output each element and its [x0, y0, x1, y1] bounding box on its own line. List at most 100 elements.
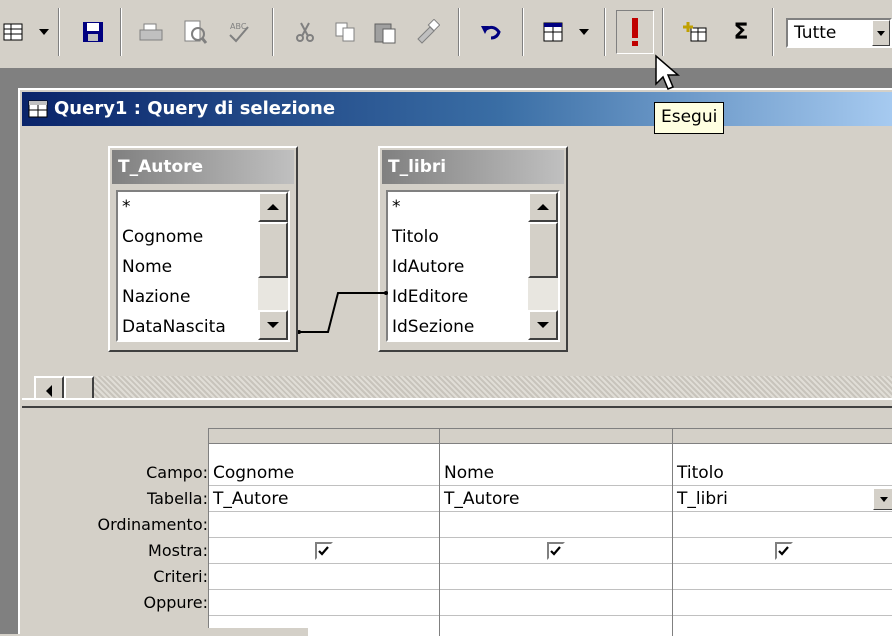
query-window-title: Query1 : Query di selezione	[54, 98, 336, 119]
cut-icon	[286, 10, 324, 54]
mostra-cell[interactable]	[440, 538, 672, 564]
column-selector[interactable]	[440, 428, 672, 444]
grid-column[interactable]: Nome T_Autore	[440, 428, 673, 636]
show-table-icon[interactable]	[676, 10, 714, 54]
design-grid: Cognome T_Autore Nome T_Autore Titolo T_…	[208, 428, 892, 636]
toolbar-separator	[604, 8, 606, 56]
field-list-item[interactable]: *	[392, 192, 401, 222]
mostra-cell[interactable]	[673, 538, 892, 564]
field-list-item[interactable]: DataNascita	[122, 312, 226, 342]
toolbar: ABC Σ Tutte	[0, 0, 892, 68]
field-list-item[interactable]: Cognome	[122, 222, 203, 252]
totals-sigma-icon[interactable]: Σ	[722, 10, 760, 54]
arrow-left-icon	[46, 385, 52, 397]
ordinamento-cell[interactable]	[440, 512, 672, 538]
criteri-cell[interactable]	[209, 564, 439, 590]
campo-cell[interactable]: Nome	[440, 460, 672, 486]
field-list[interactable]: * Cognome Nome Nazione DataNascita	[116, 190, 290, 342]
campo-cell[interactable]: Titolo	[673, 460, 892, 486]
undo-icon[interactable]	[472, 10, 510, 54]
query-window-icon	[28, 100, 48, 118]
ordinamento-cell[interactable]	[673, 512, 892, 538]
oppure-cell[interactable]	[209, 590, 439, 616]
toolbar-separator	[272, 8, 274, 56]
tabella-cell[interactable]: T_Autore	[209, 486, 439, 512]
top-values-value: Tutte	[794, 23, 837, 43]
run-icon[interactable]	[616, 10, 654, 54]
view-icon[interactable]	[0, 10, 26, 54]
field-list-item[interactable]: IdAutore	[392, 252, 464, 282]
campo-cell[interactable]: Cognome	[209, 460, 439, 486]
top-values-combo[interactable]: Tutte	[786, 18, 892, 48]
criteri-cell[interactable]	[440, 564, 672, 590]
mostra-cell[interactable]	[209, 538, 439, 564]
arrow-down-icon	[537, 322, 549, 328]
query-window: Query1 : Query di selezione T_Autore * C…	[18, 88, 892, 636]
criteri-cell[interactable]	[673, 564, 892, 590]
row-label-mostra: Mostra:	[148, 541, 208, 560]
column-selector[interactable]	[209, 428, 439, 444]
tabella-value: T_libri	[677, 489, 728, 509]
table-box-t-libri[interactable]: T_libri * Titolo IdAutore IdEditore IdSe…	[378, 146, 568, 352]
ordinamento-cell[interactable]	[209, 512, 439, 538]
mostra-checkbox[interactable]	[775, 542, 793, 560]
tabella-cell[interactable]: T_libri	[673, 486, 892, 512]
scroll-up-button[interactable]	[528, 192, 558, 222]
top-values-dropdown-button[interactable]	[872, 20, 890, 46]
pane-splitter[interactable]	[22, 398, 892, 408]
toolbar-separator	[522, 8, 524, 56]
print-icon	[132, 10, 170, 54]
field-list-scrollbar[interactable]	[258, 192, 288, 340]
chevron-down-icon	[880, 497, 888, 502]
toolbar-separator	[120, 8, 122, 56]
row-label-campo: Campo:	[146, 463, 208, 482]
tabella-cell[interactable]: T_Autore	[440, 486, 672, 512]
grid-column[interactable]: Titolo T_libri	[673, 428, 892, 636]
scroll-up-button[interactable]	[258, 192, 288, 222]
toolbar-separator	[458, 8, 460, 56]
field-list-scrollbar[interactable]	[528, 192, 558, 340]
query-window-titlebar[interactable]: Query1 : Query di selezione	[22, 92, 892, 126]
scroll-thumb[interactable]	[258, 222, 288, 278]
scroll-down-button[interactable]	[258, 310, 288, 340]
table-box-title[interactable]: T_Autore	[112, 150, 294, 184]
row-label-criteri: Criteri:	[153, 567, 208, 586]
chevron-down-icon	[877, 31, 885, 36]
join-line[interactable]	[298, 286, 388, 346]
arrow-up-icon	[537, 204, 549, 210]
field-list-item[interactable]: Titolo	[392, 222, 439, 252]
checkmark-icon	[550, 546, 561, 556]
view-dropdown-arrow-icon[interactable]	[34, 10, 54, 54]
grid-column[interactable]: Cognome T_Autore	[209, 428, 440, 636]
field-list-item[interactable]: *	[122, 192, 131, 222]
table-box-title[interactable]: T_libri	[382, 150, 564, 184]
field-list-item[interactable]: Nazione	[122, 282, 190, 312]
mostra-checkbox[interactable]	[315, 542, 333, 560]
field-list-item[interactable]: Nome	[122, 252, 172, 282]
scroll-thumb[interactable]	[528, 222, 558, 278]
copy-icon	[326, 10, 364, 54]
oppure-cell[interactable]	[673, 590, 892, 616]
scroll-down-button[interactable]	[528, 310, 558, 340]
arrow-up-icon	[267, 204, 279, 210]
sigma-glyph: Σ	[733, 19, 749, 45]
oppure-cell[interactable]	[440, 590, 672, 616]
field-list-item[interactable]: IdSezione	[392, 312, 474, 342]
query-type-icon[interactable]	[534, 10, 572, 54]
grid-hscrollbar[interactable]	[208, 628, 308, 636]
tabella-dropdown-button[interactable]	[873, 488, 892, 510]
row-label-ordinamento: Ordinamento:	[97, 515, 208, 534]
spelling-icon: ABC	[220, 10, 258, 54]
table-box-t-autore[interactable]: T_Autore * Cognome Nome Nazione DataNasc…	[108, 146, 298, 352]
svg-text:ABC: ABC	[230, 22, 247, 31]
query-type-dropdown-arrow-icon[interactable]	[574, 10, 594, 54]
column-selector[interactable]	[673, 428, 892, 444]
save-icon[interactable]	[74, 10, 112, 54]
mostra-checkbox[interactable]	[547, 542, 565, 560]
checkmark-icon	[778, 546, 789, 556]
field-list-item[interactable]: IdEditore	[392, 282, 468, 312]
print-preview-icon	[176, 10, 214, 54]
toolbar-separator	[662, 8, 664, 56]
field-list[interactable]: * Titolo IdAutore IdEditore IdSezione	[386, 190, 560, 342]
arrow-down-icon	[267, 322, 279, 328]
